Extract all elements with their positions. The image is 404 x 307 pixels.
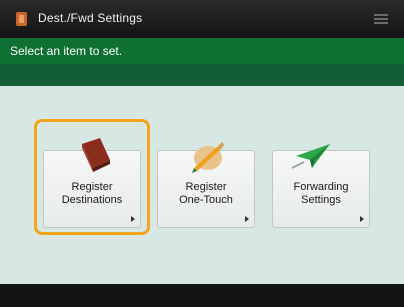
bottom-bar xyxy=(0,284,404,307)
address-book-icon xyxy=(82,138,110,172)
header-stripe xyxy=(0,64,404,86)
address-book-icon xyxy=(16,12,27,26)
forwarding-settings-label: Forwarding Settings xyxy=(293,181,349,206)
arrow-right-icon xyxy=(245,216,249,222)
register-one-touch-label: Register One-Touch xyxy=(179,181,233,206)
instruction-text: Select an item to set. xyxy=(0,38,404,64)
menu-icon[interactable] xyxy=(374,12,388,26)
forwarding-plane-icon xyxy=(291,144,330,169)
screen: Dest./Fwd Settings Select an item to set… xyxy=(0,0,404,307)
arrow-right-icon xyxy=(360,216,364,222)
screen-title: Dest./Fwd Settings xyxy=(38,11,143,25)
one-touch-pen-icon xyxy=(192,142,224,173)
title-bar: Dest./Fwd Settings xyxy=(0,0,404,38)
